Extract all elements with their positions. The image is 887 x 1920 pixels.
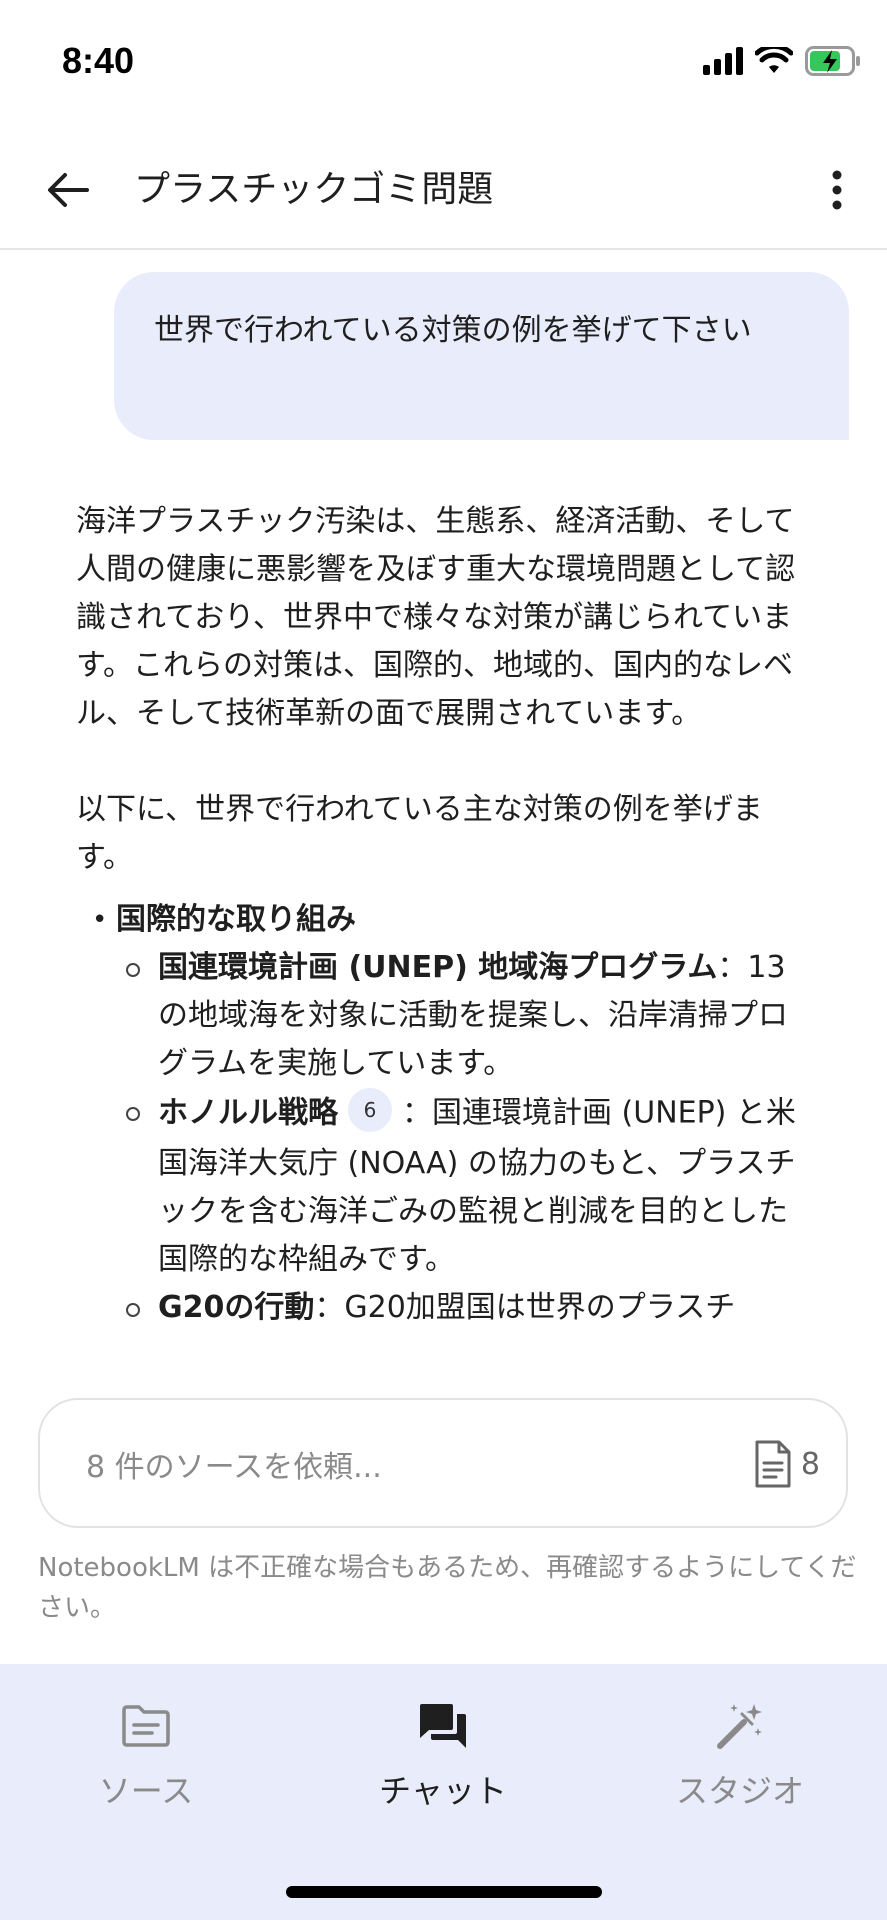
source-count: 8 [800, 1446, 820, 1482]
nav-label: チャット [379, 1772, 507, 1810]
list-item: G20の行動：G20加盟国は世界のプラスチ [120, 1284, 806, 1332]
answer-lead: 以下に、世界で行われている主な対策の例を挙げます。 [76, 792, 763, 875]
answer-intro: 海洋プラスチック汚染は、生態系、経済活動、そして人間の健康に悪影響を及ぼす重大な… [76, 504, 796, 731]
more-options-button[interactable] [807, 158, 867, 222]
folder-icon [122, 1705, 170, 1747]
list-item: 国際的な取り組み 国連環境計画 (UNEP) 地域海プログラム：13の地域海を対… [76, 896, 806, 1332]
chat-bubbles-icon [420, 1704, 466, 1748]
signal-icon [703, 47, 743, 79]
battery-icon [805, 46, 861, 80]
answer-list: 国際的な取り組み 国連環境計画 (UNEP) 地域海プログラム：13の地域海を対… [76, 896, 806, 1332]
assistant-answer: 海洋プラスチック汚染は、生態系、経済活動、そして人間の健康に悪影響を及ぼす重大な… [76, 498, 806, 1332]
item-separator: ： [717, 950, 748, 985]
magic-wand-icon [717, 1704, 762, 1749]
item-title: 国連環境計画 (UNEP) 地域海プログラム [158, 950, 718, 985]
app-header: プラスチックゴミ問題 [0, 130, 887, 250]
section-heading: 国際的な取り組み [116, 902, 356, 937]
nav-item-chat[interactable]: チャット [333, 1696, 553, 1826]
page-title: プラスチックゴミ問題 [134, 169, 494, 210]
document-icon [755, 1440, 791, 1488]
item-separator: ： [314, 1290, 345, 1325]
nav-item-studio[interactable]: スタジオ [630, 1696, 850, 1826]
query-input[interactable]: 8 件のソースを依頼... 8 [38, 1398, 848, 1528]
citation-badge[interactable]: 6 [348, 1088, 392, 1132]
list-item: ホノルル戦略 6 ：国連環境計画 (UNEP) と米国海洋大気庁 (NOAA) の協… [120, 1088, 806, 1284]
bottom-navigation: ソース チャット スタジオ [0, 1664, 887, 1920]
item-title: ホノルル戦略 [158, 1095, 338, 1131]
nav-item-sources[interactable]: ソース [36, 1696, 256, 1826]
list-item: 国連環境計画 (UNEP) 地域海プログラム：13の地域海を対象に活動を提案し、… [120, 944, 806, 1088]
status-icons [703, 43, 861, 82]
nav-label: ソース [98, 1772, 194, 1810]
sub-list: 国連環境計画 (UNEP) 地域海プログラム：13の地域海を対象に活動を提案し、… [116, 944, 806, 1332]
home-indicator[interactable] [286, 1886, 602, 1898]
item-text: G20加盟国は世界のプラスチ [344, 1290, 736, 1325]
more-vertical-icon [832, 170, 842, 210]
chat-area[interactable]: 世界で行われている対策の例を挙げて下さい 海洋プラスチック汚染は、生態系、経済活… [0, 252, 887, 1380]
item-separator: ： [402, 1095, 432, 1131]
source-count-button[interactable]: 8 [753, 1436, 820, 1492]
status-bar: 8:40 [0, 0, 887, 130]
user-message-bubble: 世界で行われている対策の例を挙げて下さい [114, 272, 849, 440]
wifi-icon [754, 43, 794, 79]
arrow-left-icon [48, 173, 89, 207]
disclaimer-text: NotebookLM は不正確な場合もあるため、再確認するようにしてください。 [38, 1553, 857, 1623]
query-input-placeholder: 8 件のソースを依頼... [86, 1450, 382, 1485]
back-button[interactable] [36, 158, 100, 222]
nav-label: スタジオ [675, 1772, 804, 1810]
status-time: 8:40 [62, 40, 135, 81]
item-title: G20の行動 [158, 1290, 315, 1325]
